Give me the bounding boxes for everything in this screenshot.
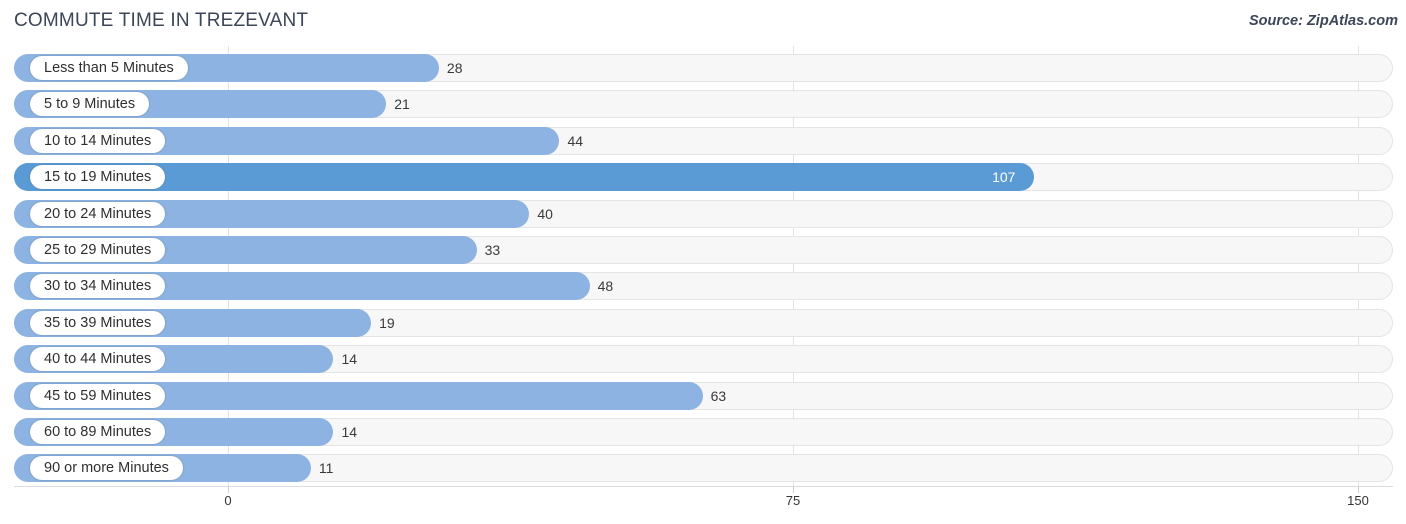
bar[interactable]	[14, 163, 1035, 192]
bar-rows: Less than 5 Minutes 28 5 to 9 Minutes 21 10 …	[0, 46, 1406, 486]
bar-value-label: 63	[710, 387, 727, 404]
x-axis: 0 75 150	[0, 486, 1406, 524]
bar-value-label: 11	[318, 460, 334, 477]
bar-value-label: 14	[341, 351, 358, 368]
bar-value-label: 19	[379, 314, 395, 331]
bar-category-label: 40 to 44 Minutes	[30, 347, 166, 372]
bar-row[interactable]: 10 to 14 Minutes 44	[14, 126, 1393, 155]
bar-row[interactable]: 25 to 29 Minutes 33	[14, 236, 1393, 264]
bar-category-label: 60 to 89 Minutes	[30, 420, 166, 444]
bar-value-label: 33	[484, 242, 501, 258]
bar-value-label: 48	[597, 278, 614, 295]
bar-category-label: 30 to 34 Minutes	[30, 274, 166, 299]
axis-tick-label: 0	[224, 493, 232, 508]
bar-row[interactable]: 15 to 19 Minutes 107	[14, 163, 1393, 192]
bar-category-label: 90 or more Minutes	[30, 456, 183, 481]
bar-row[interactable]: 5 to 9 Minutes 21	[14, 90, 1393, 119]
bar-category-label: 25 to 29 Minutes	[30, 238, 166, 262]
axis-tick	[793, 486, 794, 493]
bar-value-label: 44	[567, 132, 584, 149]
bar-row[interactable]: Less than 5 Minutes 28	[14, 54, 1393, 82]
plot-area: Less than 5 Minutes 28 5 to 9 Minutes 21 10 …	[0, 46, 1406, 486]
bar-row[interactable]: 60 to 89 Minutes 14	[14, 418, 1393, 446]
bar-category-label: 5 to 9 Minutes	[30, 92, 150, 117]
bar-category-label: Less than 5 Minutes	[30, 56, 188, 80]
bar-row[interactable]: 30 to 34 Minutes 48	[14, 272, 1393, 301]
bar-row[interactable]: 90 or more Minutes 11	[14, 454, 1393, 483]
bar-category-label: 15 to 19 Minutes	[30, 165, 166, 190]
bar-value-label: 107	[992, 169, 1016, 186]
axis-line	[14, 486, 1393, 487]
axis-tick	[1358, 486, 1359, 493]
bar-category-label: 20 to 24 Minutes	[30, 201, 166, 226]
bar-row[interactable]: 20 to 24 Minutes 40	[14, 199, 1393, 228]
source-attribution: Source: ZipAtlas.com	[1248, 13, 1398, 29]
chart-container: COMMUTE TIME IN TREZEVANT Source: ZipAtl…	[0, 0, 1406, 524]
bar-category-label: 45 to 59 Minutes	[30, 383, 166, 408]
bar-row[interactable]: 35 to 39 Minutes 19	[14, 308, 1393, 337]
axis-tick-label: 75	[785, 493, 801, 508]
axis-tick	[228, 486, 229, 493]
bar-value-label: 21	[394, 96, 410, 113]
bar-value-label: 14	[341, 424, 358, 440]
bar-category-label: 35 to 39 Minutes	[30, 310, 166, 335]
bar-row[interactable]: 45 to 59 Minutes 63	[14, 381, 1393, 410]
bar-row[interactable]: 40 to 44 Minutes 14	[14, 345, 1393, 374]
bar-value-label: 40	[537, 205, 553, 222]
axis-tick-label: 150	[1347, 493, 1369, 508]
bar-value-label: 28	[446, 60, 463, 76]
chart-header: COMMUTE TIME IN TREZEVANT Source: ZipAtl…	[0, 0, 1406, 46]
bar-category-label: 10 to 14 Minutes	[30, 128, 166, 153]
page-title: COMMUTE TIME IN TREZEVANT	[14, 10, 309, 31]
